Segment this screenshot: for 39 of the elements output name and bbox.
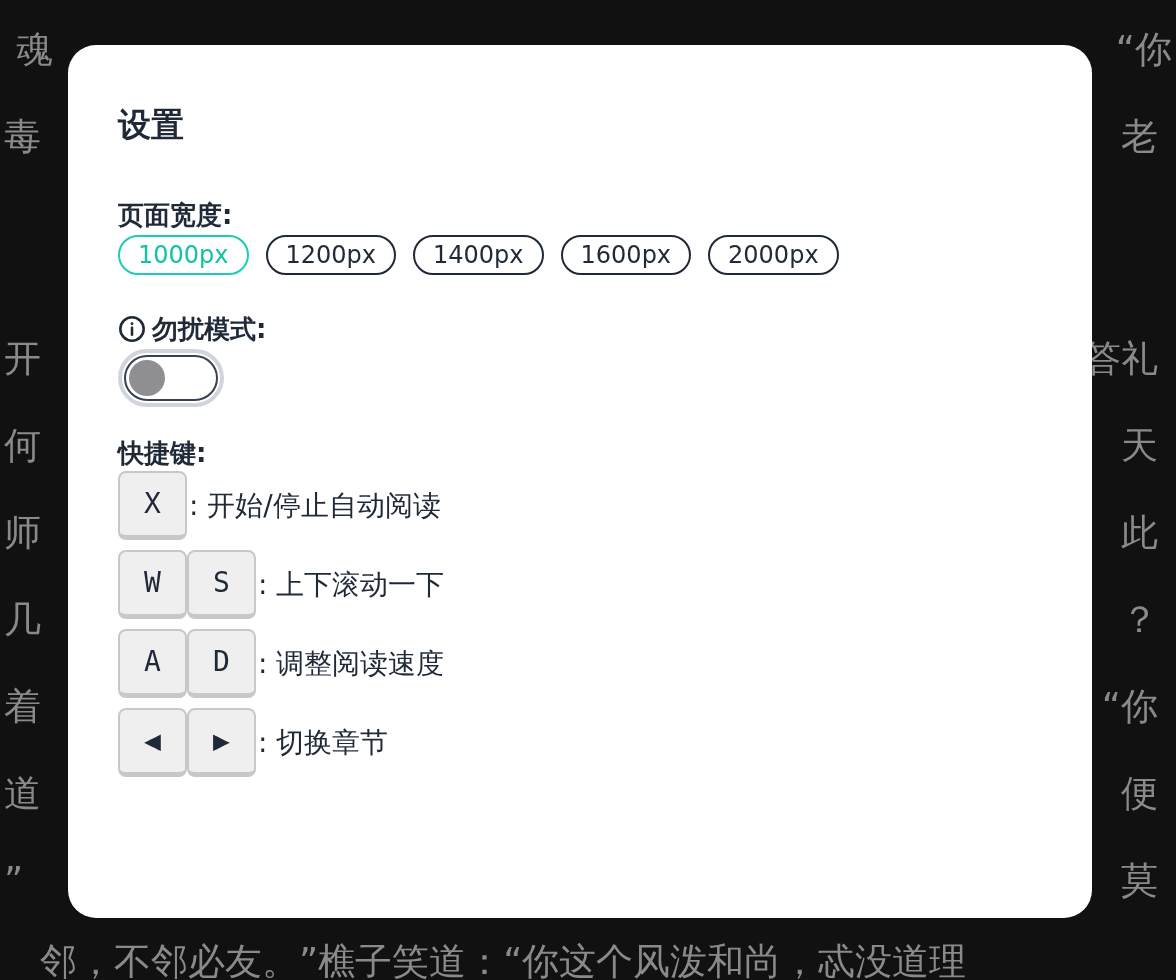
width-option[interactable]: 2000px [708,235,839,275]
key-cap: S [187,550,256,619]
section-label: 勿扰模式: [152,313,267,345]
background-text: 便 [1121,771,1159,817]
background-text: 着 [4,684,41,730]
key-cap: A [118,629,187,698]
shortcut-description: : 开始/停止自动阅读 [189,487,441,524]
key-cap: W [118,550,187,619]
width-option[interactable]: 1400px [413,235,544,275]
background-text: “你 [1115,27,1172,73]
background-text: 天 [1121,423,1159,469]
key-cap: ◀ [118,708,187,777]
shortcut-description: : 上下滚动一下 [258,566,445,603]
background-text: ？ [1121,597,1159,643]
section-label: 页面宽度: [118,199,233,231]
toggle-switch[interactable] [118,349,224,407]
width-option[interactable]: 1200px [265,235,397,275]
background-text: 魂 [16,27,53,73]
background-text: 莫 [1121,858,1159,904]
key-cap: D [187,629,256,698]
info-icon [118,315,146,343]
width-option[interactable]: 1600px [560,235,692,275]
background-text: 师 [4,510,41,556]
shortcut-description: : 调整阅读速度 [258,645,445,682]
background-text: 邻，不邻必友。”樵子笑道：“你这个风泼和尚，忒没道理 [40,940,967,980]
background-text: 开 [4,336,41,382]
background-text: 此 [1121,510,1159,556]
dialog-title: 设置 [118,104,184,146]
key-cap: X [118,471,187,540]
background-text: 道 [4,771,41,817]
section-label: 快捷键: [118,437,207,469]
background-text: 几 [4,597,41,643]
background-text: 老 [1121,114,1159,160]
shortcut-description: : 切换章节 [258,724,389,761]
key-cap: ▶ [187,708,256,777]
background-text: 何 [4,423,41,469]
background-text: ” [4,858,24,904]
background-text: “你 [1101,684,1159,730]
background-text: 毒 [4,114,41,160]
